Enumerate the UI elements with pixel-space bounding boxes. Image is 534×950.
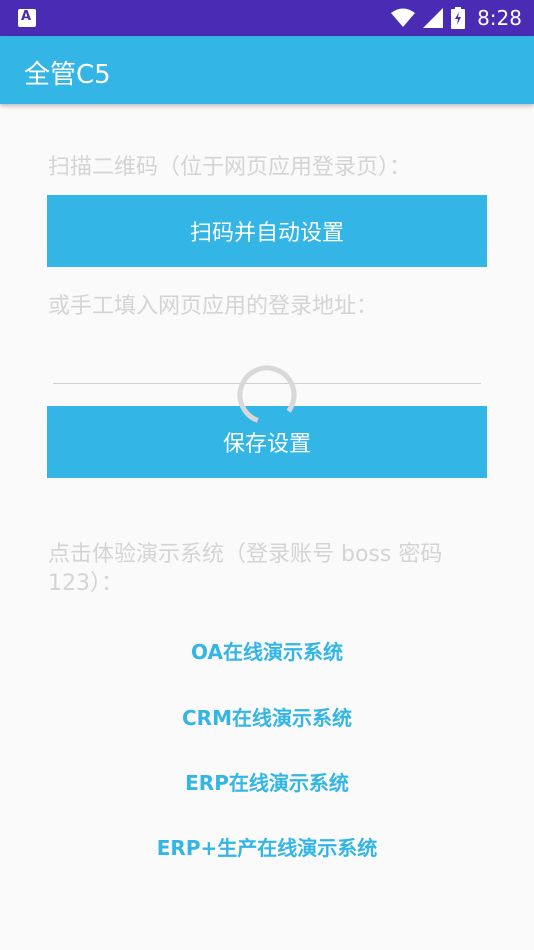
status-bar: A 8:28	[0, 0, 534, 36]
scan-prompt: 扫描二维码（位于网页应用登录页）：	[48, 155, 412, 180]
scan-auto-setup-button[interactable]: 扫码并自动设置	[47, 195, 487, 267]
app-title: 全管C5	[24, 60, 111, 90]
status-icons: 8:28	[391, 6, 522, 30]
erp-production-demo-link[interactable]: ERP+生产在线演示系统	[0, 832, 534, 861]
a-notification-icon: A	[18, 9, 36, 27]
demo-prompt: 点击体验演示系统（登录账号 boss 密码 123）：	[48, 542, 443, 596]
battery-icon	[451, 7, 466, 29]
status-time: 8:28	[477, 6, 522, 30]
loading-spinner-icon	[237, 365, 297, 425]
crm-demo-link[interactable]: CRM在线演示系统	[0, 702, 534, 731]
oa-demo-link[interactable]: OA在线演示系统	[0, 636, 534, 665]
erp-demo-link[interactable]: ERP在线演示系统	[0, 767, 534, 796]
manual-prompt: 或手工填入网页应用的登录地址：	[48, 294, 379, 319]
signal-icon	[423, 8, 444, 28]
wifi-icon	[391, 8, 416, 27]
app-bar: 全管C5	[0, 36, 534, 104]
